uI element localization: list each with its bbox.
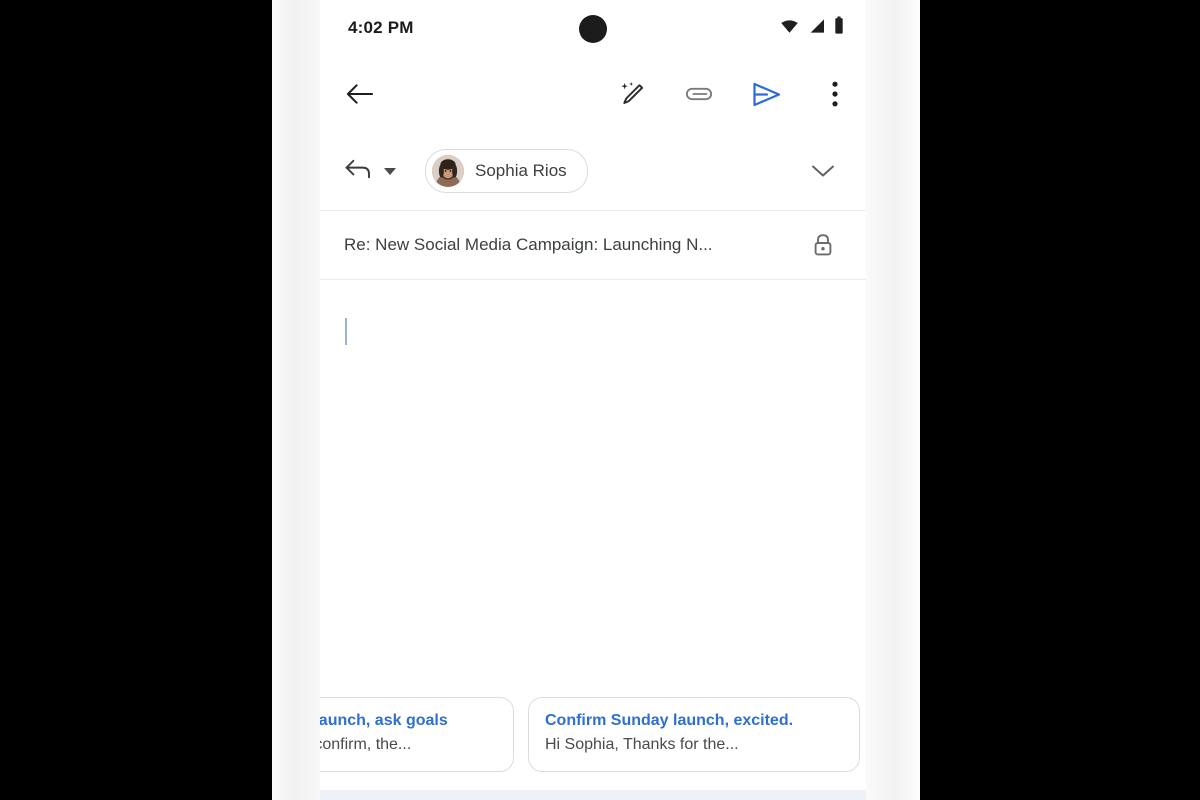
smart-reply-card[interactable]: Confirm Sunday launch, excited. Hi Sophi… (528, 697, 860, 772)
page-gutter-left (272, 0, 320, 800)
status-icons (780, 16, 844, 40)
text-cursor (345, 318, 347, 345)
toolbar-actions (614, 77, 852, 111)
help-me-write-icon[interactable] (614, 77, 648, 111)
back-button[interactable] (342, 77, 376, 111)
recipient-name: Sophia Rios (475, 161, 567, 180)
status-time: 4:02 PM (348, 18, 414, 37)
reply-type-selector[interactable] (344, 158, 396, 185)
smart-reply-title: Confirm Sunday launch, excited. (545, 712, 794, 729)
battery-icon (834, 16, 844, 40)
front-camera-punch-hole-icon (579, 15, 607, 43)
compose-toolbar (320, 56, 866, 132)
smart-reply-title: y launch, ask goals (320, 712, 448, 729)
smart-reply-card[interactable]: y launch, ask goals o confirm, the... (320, 697, 514, 772)
expand-recipients-button[interactable] (806, 154, 840, 188)
chevron-down-icon[interactable] (384, 167, 396, 175)
smart-reply-bar: y launch, ask goals o confirm, the... Co… (320, 697, 866, 777)
letterbox-left (0, 0, 272, 800)
smart-reply-subtitle: Hi Sophia, Thanks for the... (545, 736, 739, 753)
page-gutter-right (866, 0, 920, 800)
screenshot-canvas: 4:02 PM Sophia Rios Re: New Social Media… (0, 0, 1200, 800)
attach-icon[interactable] (682, 77, 716, 111)
status-bar: 4:02 PM (320, 0, 866, 56)
phone-screen: 4:02 PM Sophia Rios Re: New Social Media… (320, 0, 866, 800)
send-icon[interactable] (750, 77, 784, 111)
more-options-icon[interactable] (818, 77, 852, 111)
lock-icon[interactable] (806, 228, 840, 262)
avatar (432, 155, 464, 187)
reply-icon[interactable] (344, 158, 372, 185)
email-body-area[interactable] (320, 280, 866, 650)
keyboard-edge (320, 790, 866, 800)
wifi-icon (780, 18, 799, 38)
recipient-chip[interactable]: Sophia Rios (425, 149, 588, 193)
letterbox-right (920, 0, 1200, 800)
cellular-signal-icon (808, 18, 825, 38)
smart-reply-subtitle: o confirm, the... (320, 736, 412, 753)
recipient-row: Sophia Rios (320, 132, 866, 211)
subject-row[interactable]: Re: New Social Media Campaign: Launching… (320, 211, 866, 280)
subject-input[interactable]: Re: New Social Media Campaign: Launching… (344, 235, 713, 255)
